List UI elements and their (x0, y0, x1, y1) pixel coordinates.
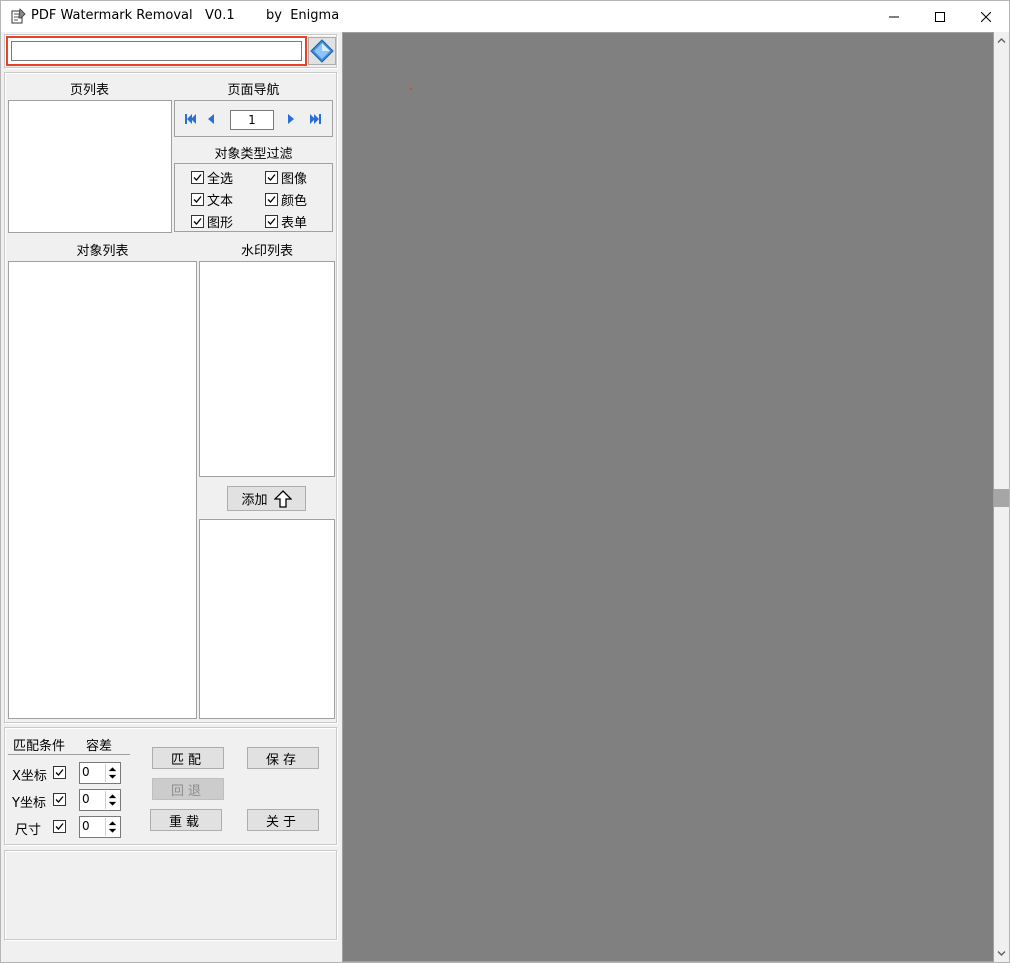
filter-label: 全选 (207, 172, 234, 187)
filter-image[interactable]: 图像 (265, 168, 307, 187)
file-path-input[interactable] (11, 41, 302, 61)
watermark-list[interactable] (199, 261, 335, 477)
x-coord-label: X坐标 (12, 769, 47, 784)
filter-label: 文本 (207, 194, 234, 209)
filter-title: 对象类型过滤 (214, 147, 293, 162)
spinner-arrows-icon[interactable] (105, 764, 119, 782)
filter-label: 图形 (207, 216, 234, 231)
status-panel (4, 850, 338, 941)
checkbox-icon (53, 793, 66, 806)
match-condition-title: 匹配条件 (13, 739, 66, 754)
next-page-icon[interactable] (284, 112, 298, 126)
checkbox-icon (191, 171, 204, 184)
checkbox-icon (53, 766, 66, 779)
scroll-down-icon[interactable] (997, 949, 1006, 958)
y-coord-label: Y坐标 (12, 796, 46, 811)
spinner-value: 0 (82, 765, 90, 779)
size-tolerance-spinner[interactable]: 0 (79, 816, 121, 838)
x-tolerance-spinner[interactable]: 0 (79, 762, 121, 784)
size-checkbox[interactable] (53, 820, 69, 833)
undo-button[interactable]: 回退 (152, 778, 224, 800)
object-list-title: 对象列表 (76, 244, 129, 259)
x-coord-checkbox[interactable] (53, 766, 69, 779)
checkbox-icon (265, 193, 278, 206)
scroll-thumb[interactable] (994, 489, 1009, 507)
filter-label: 颜色 (281, 194, 308, 209)
minimize-button[interactable] (871, 1, 917, 32)
add-button-label: 添加 (241, 493, 268, 508)
checkbox-icon (191, 193, 204, 206)
minimize-icon (889, 16, 899, 17)
filter-color[interactable]: 颜色 (265, 190, 307, 209)
viewer-marker (410, 88, 412, 90)
checkbox-icon (53, 820, 66, 833)
header-divider (8, 754, 130, 755)
filter-label: 表单 (281, 216, 308, 231)
watermark-detail-list[interactable] (199, 519, 335, 719)
file-path-field[interactable] (6, 36, 307, 66)
pdf-viewer[interactable] (342, 32, 994, 962)
filter-form[interactable]: 表单 (265, 212, 307, 231)
open-file-icon (310, 39, 334, 63)
last-page-icon[interactable] (308, 112, 322, 126)
filter-text[interactable]: 文本 (191, 190, 233, 209)
checkbox-icon (265, 171, 278, 184)
reload-button[interactable]: 重载 (150, 809, 222, 831)
open-file-button[interactable] (308, 37, 336, 65)
first-page-icon[interactable] (184, 112, 198, 126)
checkbox-icon (265, 215, 278, 228)
close-icon (981, 11, 991, 22)
arrow-up-icon (273, 489, 292, 508)
checkbox-icon (191, 215, 204, 228)
y-coord-checkbox[interactable] (53, 793, 69, 806)
object-type-filter: 全选 图像 文本 颜色 图形 表单 (174, 163, 333, 232)
size-label: 尺寸 (15, 823, 42, 838)
notepad-edit-icon (11, 8, 26, 24)
filter-select-all[interactable]: 全选 (191, 168, 233, 187)
page-list-title: 页列表 (69, 83, 109, 98)
watermark-list-title: 水印列表 (240, 244, 293, 259)
page-nav-box: 1 (174, 100, 333, 137)
spinner-arrows-icon[interactable] (105, 818, 119, 836)
spinner-value: 0 (82, 819, 90, 833)
title-bar: PDF Watermark Removal V0.1 by Enigma (1, 1, 1009, 32)
spinner-arrows-icon[interactable] (105, 791, 119, 809)
page-list[interactable] (8, 100, 172, 233)
spinner-value: 0 (82, 792, 90, 806)
y-tolerance-spinner[interactable]: 0 (79, 789, 121, 811)
object-list[interactable] (8, 261, 197, 719)
filter-shape[interactable]: 图形 (191, 212, 233, 231)
match-button[interactable]: 匹配 (152, 747, 224, 769)
scroll-up-icon[interactable] (997, 36, 1006, 45)
maximize-button[interactable] (917, 1, 963, 32)
close-button[interactable] (963, 1, 1009, 32)
page-nav-title: 页面导航 (227, 83, 280, 98)
tolerance-title: 容差 (86, 739, 113, 754)
viewer-scrollbar[interactable] (994, 32, 1009, 962)
app-window: PDF Watermark Removal V0.1 by Enigma 页列表… (0, 0, 1010, 963)
window-author: by Enigma (266, 8, 340, 23)
prev-page-icon[interactable] (204, 112, 218, 126)
filter-label: 图像 (281, 172, 308, 187)
save-button[interactable]: 保存 (247, 747, 319, 769)
add-watermark-button[interactable]: 添加 (227, 486, 306, 511)
maximize-icon (935, 11, 945, 22)
page-number-input[interactable]: 1 (230, 110, 274, 130)
window-title: PDF Watermark Removal V0.1 (31, 8, 235, 23)
about-button[interactable]: 关于 (247, 809, 319, 831)
